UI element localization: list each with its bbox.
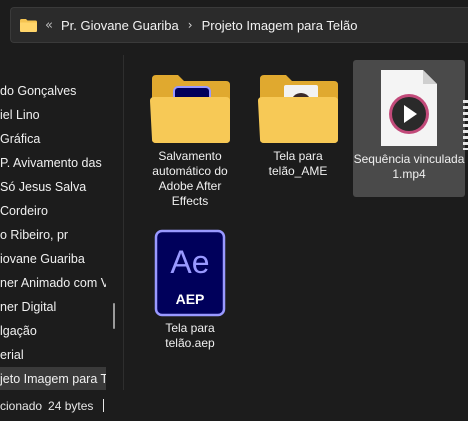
after-effects-project-icon: Ae AEP: [154, 229, 226, 317]
status-divider: [103, 399, 105, 412]
sidebar-item[interactable]: ner Animado com Vi: [0, 271, 106, 295]
sidebar-item[interactable]: iel Lino: [0, 103, 106, 127]
breadcrumb-overflow-button[interactable]: «: [45, 18, 53, 33]
folder-after-effects-icon: Ae: [148, 73, 232, 145]
sidebar-item[interactable]: iovane Guariba: [0, 247, 106, 271]
sidebar-item[interactable]: do Gonçalves: [0, 79, 106, 103]
partial-file-icon: [463, 100, 468, 150]
navigation-pane: do Gonçalves iel Lino Gráfica P. Avivame…: [0, 55, 123, 390]
file-name-label: Tela para telão_AME: [268, 149, 328, 178]
status-selection-text: cionado: [0, 398, 43, 413]
file-item-selected[interactable]: Sequência vinculada 1.mp4: [353, 60, 465, 197]
sidebar-item[interactable]: ner Digital: [0, 295, 106, 319]
sidebar-item[interactable]: Só Jesus Salva: [0, 175, 106, 199]
address-bar[interactable]: « Pr. Giovane Guariba › Projeto Imagem p…: [10, 7, 468, 43]
file-item[interactable]: Ae AEP Tela para telão.aep: [143, 225, 237, 355]
sidebar-item[interactable]: Cordeiro: [0, 199, 106, 223]
file-list: Ae Salvamento automático do Adobe After …: [124, 55, 468, 390]
sidebar-item[interactable]: lgação: [0, 319, 106, 343]
breadcrumb-item-current[interactable]: Projeto Imagem para Telão: [202, 18, 358, 33]
file-name-label: Sequência vinculada 1.mp4: [353, 152, 465, 181]
folder-icon: [20, 18, 37, 32]
file-explorer-window: « Pr. Giovane Guariba › Projeto Imagem p…: [0, 0, 468, 421]
status-size-text: 24 bytes: [48, 398, 94, 413]
sidebar-scrollbar[interactable]: [113, 303, 115, 329]
sidebar-item-selected[interactable]: jeto Imagem para Tel: [0, 367, 106, 390]
file-name-label: Tela para telão.aep: [165, 321, 215, 350]
folder-media-encoder-icon: [256, 73, 340, 145]
file-name-label: Salvamento automático do Adobe After Eff…: [152, 149, 228, 208]
breadcrumb-separator-icon[interactable]: ›: [188, 18, 193, 32]
aep-badge-text: AEP: [176, 291, 205, 307]
file-item[interactable]: Ae Salvamento automático do Adobe After …: [143, 61, 237, 221]
file-item[interactable]: Tela para telão_AME: [251, 61, 345, 201]
video-file-icon: [377, 68, 441, 148]
sidebar-item[interactable]: erial: [0, 343, 106, 367]
breadcrumb-item-parent[interactable]: Pr. Giovane Guariba: [61, 18, 179, 33]
ae-logo-text: Ae: [170, 244, 209, 280]
sidebar-item[interactable]: P. Avivamento das N: [0, 151, 106, 175]
status-bar: cionado 24 bytes: [0, 390, 468, 421]
sidebar-item[interactable]: Gráfica: [0, 127, 106, 151]
sidebar-item[interactable]: o Ribeiro, pr: [0, 223, 106, 247]
